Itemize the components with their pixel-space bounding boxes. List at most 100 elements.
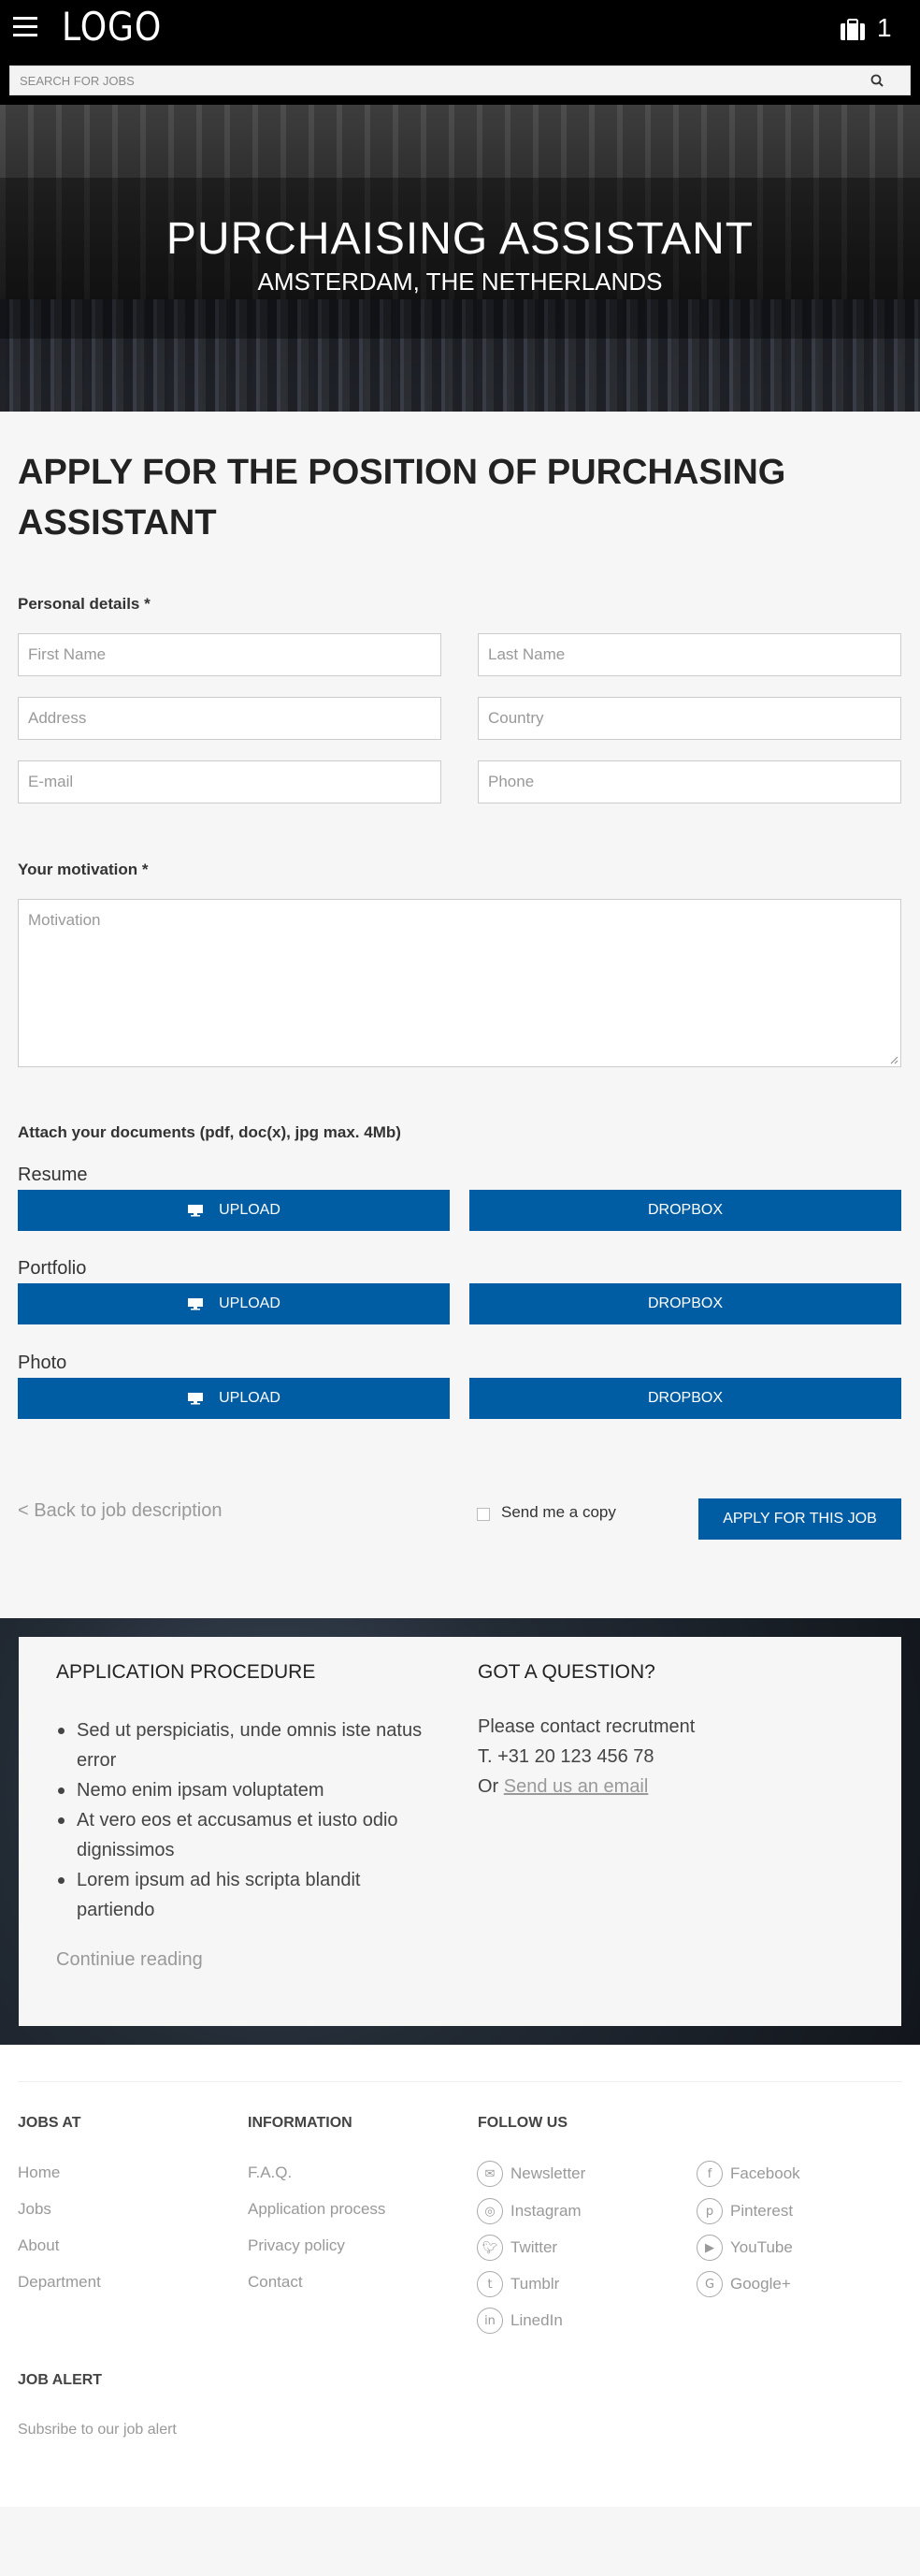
search-input[interactable] <box>10 66 852 94</box>
question-title: GOT A QUESTION? <box>478 1661 655 1683</box>
social-label: Facebook <box>730 2164 800 2182</box>
job-location: AMSTERDAM, THE NETHERLANDS <box>257 268 663 296</box>
youtube-icon: ▶ <box>697 2235 723 2261</box>
job-alert-subscribe-link[interactable]: Subsribe to our job alert <box>18 2422 177 2439</box>
send-copy-label[interactable]: Send me a copy <box>501 1503 616 1522</box>
procedure-list: Sed ut perspiciatis, unde omnis iste nat… <box>56 1715 439 1925</box>
last-name-input[interactable] <box>479 634 900 675</box>
monitor-icon <box>188 1393 204 1405</box>
send-email-link[interactable]: Send us an email <box>504 1776 649 1797</box>
photo-upload-button[interactable]: UPLOAD <box>18 1378 450 1419</box>
phone-field <box>478 760 901 803</box>
send-copy-checkbox[interactable] <box>477 1508 490 1521</box>
social-label: YouTube <box>730 2238 793 2256</box>
list-item: Nemo enim ipsam voluptatem <box>56 1775 439 1805</box>
social-label: Newsletter <box>510 2164 586 2182</box>
social-label: Pinterest <box>730 2202 794 2220</box>
phone-input[interactable] <box>479 761 900 803</box>
country-input[interactable] <box>479 698 900 739</box>
dropbox-label: DROPBOX <box>647 1295 723 1311</box>
resume-label: Resume <box>18 1165 88 1185</box>
footer-jobs-at-title: JOBS AT <box>18 2115 81 2131</box>
back-to-job-link[interactable]: < Back to job description <box>18 1500 222 1522</box>
top-bar: LOGO 1 <box>0 0 920 105</box>
footer-link-contact[interactable]: Contact <box>248 2273 303 2292</box>
resume-upload-button[interactable]: UPLOAD <box>18 1190 450 1231</box>
last-name-field <box>478 633 901 676</box>
footer-link-home[interactable]: Home <box>18 2164 60 2182</box>
instagram-icon: ◎ <box>477 2198 503 2224</box>
footer-divider <box>18 2081 902 2082</box>
first-name-input[interactable] <box>19 634 440 675</box>
country-field <box>478 697 901 740</box>
portfolio-label: Portfolio <box>18 1258 87 1279</box>
footer-link-faq[interactable]: F.A.Q. <box>248 2164 292 2182</box>
footer-job-alert-title: JOB ALERT <box>18 2372 103 2388</box>
social-google-plus[interactable]: G Google+ <box>697 2271 791 2297</box>
social-tumblr[interactable]: t Tumblr <box>477 2271 559 2297</box>
apply-for-job-button[interactable]: APPLY FOR THIS JOB <box>698 1498 901 1540</box>
contact-phone: T. +31 20 123 456 78 <box>478 1746 654 1767</box>
search-bar <box>9 65 911 95</box>
portfolio-upload-button[interactable]: UPLOAD <box>18 1283 450 1324</box>
linkedin-icon: in <box>477 2308 503 2334</box>
social-label: Tumblr <box>510 2275 560 2293</box>
dropbox-label: DROPBOX <box>647 1390 723 1406</box>
upload-label: UPLOAD <box>219 1202 280 1218</box>
social-label: Instagram <box>510 2202 582 2220</box>
google-plus-icon: G <box>697 2271 723 2297</box>
resume-dropbox-button[interactable]: DROPBOX <box>469 1190 901 1231</box>
bag-count[interactable]: 1 <box>877 13 892 43</box>
social-twitter[interactable]: 🐦︎ Twitter <box>477 2235 557 2261</box>
footer-link-jobs[interactable]: Jobs <box>18 2200 51 2219</box>
footer-link-department[interactable]: Department <box>18 2273 101 2292</box>
twitter-icon: 🐦︎ <box>477 2235 503 2261</box>
hamburger-menu-icon[interactable] <box>13 17 37 37</box>
footer-follow-us-title: FOLLOW US <box>478 2115 568 2131</box>
social-facebook[interactable]: f Facebook <box>697 2161 800 2187</box>
attach-documents-label: Attach your documents (pdf, doc(x), jpg … <box>18 1123 401 1141</box>
page-title: APPLY FOR THE POSITION OF PURCHASING ASS… <box>18 453 786 543</box>
personal-details-label: Personal details * <box>18 595 151 613</box>
job-title: PURCHAISING ASSISTANT <box>165 214 755 264</box>
facebook-icon: f <box>697 2161 723 2187</box>
hero-banner: PURCHAISING ASSISTANT AMSTERDAM, THE NET… <box>0 105 920 412</box>
pinterest-icon: p <box>697 2198 723 2224</box>
social-linkedin[interactable]: in LinedIn <box>477 2308 563 2334</box>
monitor-icon <box>188 1205 204 1217</box>
email-input[interactable] <box>19 761 440 803</box>
application-procedure-title: APPLICATION PROCEDURE <box>56 1661 316 1683</box>
upload-label: UPLOAD <box>219 1390 280 1406</box>
dropbox-label: DROPBOX <box>647 1202 723 1218</box>
photo-dropbox-button[interactable]: DROPBOX <box>469 1378 901 1419</box>
footer-link-privacy-policy[interactable]: Privacy policy <box>248 2236 345 2255</box>
resize-handle-icon[interactable] <box>889 1055 898 1064</box>
footer-information-title: INFORMATION <box>248 2115 352 2131</box>
list-item: Lorem ipsum ad his scripta blandit parti… <box>56 1865 439 1925</box>
footer-link-application-process[interactable]: Application process <box>248 2200 385 2219</box>
motivation-field <box>18 899 901 1067</box>
social-instagram[interactable]: ◎ Instagram <box>477 2198 582 2224</box>
social-label: Google+ <box>730 2275 791 2293</box>
list-item: At vero eos et accusamus et iusto odio d… <box>56 1805 439 1865</box>
first-name-field <box>18 633 441 676</box>
motivation-textarea[interactable] <box>19 900 900 1066</box>
search-icon[interactable] <box>870 74 884 87</box>
portfolio-dropbox-button[interactable]: DROPBOX <box>469 1283 901 1324</box>
briefcase-icon[interactable] <box>840 19 866 41</box>
contact-or-text: Or <box>478 1776 504 1797</box>
social-youtube[interactable]: ▶ YouTube <box>697 2235 793 2261</box>
contact-text: Please contact recrutment <box>478 1716 696 1737</box>
logo[interactable]: LOGO <box>62 4 162 50</box>
continue-reading-link[interactable]: Continiue reading <box>56 1949 203 1971</box>
address-input[interactable] <box>19 698 440 739</box>
motivation-label: Your motivation * <box>18 861 149 878</box>
photo-label: Photo <box>18 1353 67 1373</box>
social-pinterest[interactable]: p Pinterest <box>697 2198 793 2224</box>
social-label: Twitter <box>510 2238 558 2256</box>
social-newsletter[interactable]: ✉ Newsletter <box>477 2161 585 2187</box>
tumblr-icon: t <box>477 2271 503 2297</box>
social-label: LinedIn <box>510 2311 563 2329</box>
footer-link-about[interactable]: About <box>18 2236 59 2255</box>
address-field <box>18 697 441 740</box>
